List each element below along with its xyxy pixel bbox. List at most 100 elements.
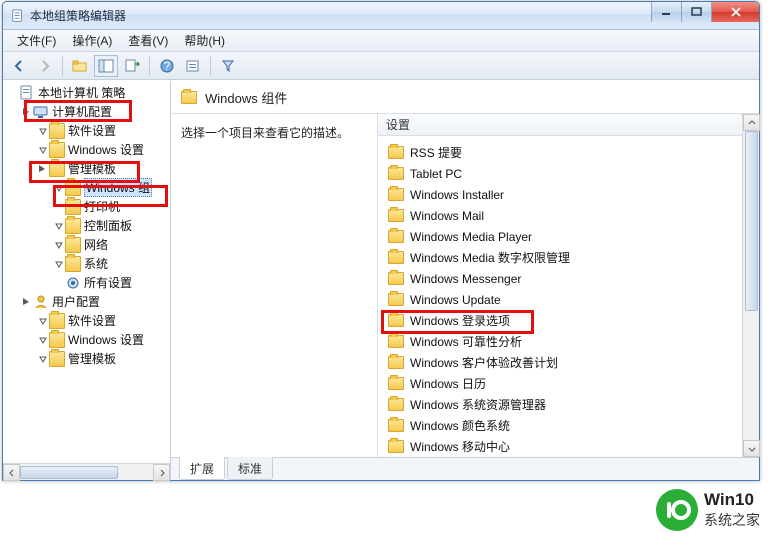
folder-up-button[interactable] xyxy=(68,55,92,77)
collapse-caret-icon[interactable] xyxy=(37,144,48,155)
list-item[interactable]: Windows Messenger xyxy=(382,268,742,289)
folder-icon xyxy=(388,398,404,411)
scroll-down-button[interactable] xyxy=(743,440,760,457)
expand-caret-icon[interactable] xyxy=(21,106,32,117)
tree-system[interactable]: 系统 xyxy=(84,255,108,272)
scrollbar-track[interactable] xyxy=(743,131,759,440)
collapse-caret-icon[interactable] xyxy=(37,315,48,326)
expand-caret-icon[interactable] xyxy=(37,163,48,174)
back-button[interactable] xyxy=(7,55,31,77)
content-header-label: Windows 组件 xyxy=(205,88,287,107)
show-hide-tree-button[interactable] xyxy=(94,55,118,77)
tree-user-windows[interactable]: Windows 设置 xyxy=(68,331,144,348)
folder-icon xyxy=(49,161,65,177)
folder-icon xyxy=(388,335,404,348)
scroll-right-button[interactable] xyxy=(153,464,170,481)
menu-view[interactable]: 查看(V) xyxy=(120,30,176,51)
folder-icon xyxy=(388,293,404,306)
list-item[interactable]: RSS 提要 xyxy=(382,142,742,163)
collapse-caret-icon[interactable] xyxy=(37,125,48,136)
list-item-label: Windows Messenger xyxy=(410,272,521,286)
collapse-caret-icon[interactable] xyxy=(53,220,64,231)
list-item[interactable]: Tablet PC xyxy=(382,163,742,184)
maximize-button[interactable] xyxy=(681,2,711,22)
menu-help[interactable]: 帮助(H) xyxy=(176,30,233,51)
settings-column-header[interactable]: 设置 xyxy=(378,114,742,136)
tree-computer-config[interactable]: 计算机配置 xyxy=(52,103,112,120)
forward-button[interactable] xyxy=(33,55,57,77)
minimize-button[interactable] xyxy=(651,2,681,22)
list-item[interactable]: Windows 移动中心 xyxy=(382,436,742,457)
folder-icon xyxy=(388,419,404,432)
list-item[interactable]: Windows Update xyxy=(382,289,742,310)
right-pane: Windows 组件 选择一个项目来查看它的描述。 设置 RSS 提要Table… xyxy=(171,81,759,480)
list-item-label: Windows Mail xyxy=(410,209,484,223)
list-item[interactable]: Windows Mail xyxy=(382,205,742,226)
close-button[interactable] xyxy=(711,2,759,22)
folder-icon xyxy=(388,167,404,180)
list-item-label: Windows 客户体验改善计划 xyxy=(410,354,558,371)
list-item[interactable]: Windows 登录选项 xyxy=(382,310,742,331)
app-icon xyxy=(11,9,25,23)
menu-action[interactable]: 操作(A) xyxy=(64,30,120,51)
tree-admin-templates[interactable]: 管理模板 xyxy=(68,160,116,177)
list-item-label: RSS 提要 xyxy=(410,144,462,161)
list-item[interactable]: Windows 颜色系统 xyxy=(382,415,742,436)
tree-user-software[interactable]: 软件设置 xyxy=(68,312,116,329)
toolbar: ? xyxy=(3,52,759,80)
settings-list[interactable]: RSS 提要 Tablet PCWindows Installer Windows … xyxy=(378,136,742,457)
list-item[interactable]: Windows Media 数字权限管理 xyxy=(382,247,742,268)
folder-icon xyxy=(388,188,404,201)
properties-button[interactable] xyxy=(181,55,205,77)
collapse-caret-icon[interactable] xyxy=(37,353,48,364)
collapse-caret-icon[interactable] xyxy=(53,182,64,193)
menu-file[interactable]: 文件(F) xyxy=(9,30,64,51)
scroll-up-button[interactable] xyxy=(743,114,760,131)
tree-user-admin[interactable]: 管理模板 xyxy=(68,350,116,367)
watermark-line1: Win10 xyxy=(704,490,760,510)
tree[interactable]: 本地计算机 策略 计算机配置 软件设置 Windows 设置 xyxy=(3,81,170,463)
list-item[interactable]: Windows 系统资源管理器 xyxy=(382,394,742,415)
list-item[interactable]: Windows 客户体验改善计划 xyxy=(382,352,742,373)
tree-horizontal-scrollbar[interactable] xyxy=(3,463,170,480)
list-item[interactable]: Windows 可靠性分析 xyxy=(382,331,742,352)
scroll-left-button[interactable] xyxy=(3,464,20,481)
collapse-caret-icon[interactable] xyxy=(53,239,64,250)
all-settings-icon xyxy=(65,275,81,291)
tree-printers[interactable]: 打印机 xyxy=(84,198,120,215)
list-item[interactable]: Windows Installer xyxy=(382,184,742,205)
tree-control-panel[interactable]: 控制面板 xyxy=(84,217,132,234)
svg-text:?: ? xyxy=(164,59,171,73)
folder-icon xyxy=(65,237,81,253)
list-item-label: Windows Media Player xyxy=(410,230,532,244)
filter-button[interactable] xyxy=(216,55,240,77)
tree-software-settings[interactable]: 软件设置 xyxy=(68,122,116,139)
folder-icon xyxy=(65,218,81,234)
tree-user-config[interactable]: 用户配置 xyxy=(52,293,100,310)
collapse-caret-icon[interactable] xyxy=(53,258,64,269)
titlebar[interactable]: 本地组策略编辑器 xyxy=(3,2,759,30)
scrollbar-track[interactable] xyxy=(20,464,153,480)
folder-icon xyxy=(388,314,404,327)
toolbar-separator xyxy=(149,56,150,76)
list-item[interactable]: Windows 日历 xyxy=(382,373,742,394)
export-list-button[interactable] xyxy=(120,55,144,77)
tab-extended[interactable]: 扩展 xyxy=(179,457,225,480)
user-config-icon xyxy=(33,294,49,310)
help-button[interactable]: ? xyxy=(155,55,179,77)
tree-all-settings[interactable]: 所有设置 xyxy=(84,274,132,291)
tree-network[interactable]: 网络 xyxy=(84,236,108,253)
list-item[interactable]: Windows Media Player xyxy=(382,226,742,247)
list-item-label: Windows 可靠性分析 xyxy=(410,333,522,350)
tree-windows-components[interactable]: Windows 组 xyxy=(84,178,152,197)
list-vertical-scrollbar[interactable] xyxy=(742,114,759,457)
tree-windows-settings[interactable]: Windows 设置 xyxy=(68,141,144,158)
scrollbar-thumb[interactable] xyxy=(20,466,118,479)
expand-caret-icon[interactable] xyxy=(21,296,32,307)
settings-header-label: 设置 xyxy=(386,116,410,133)
folder-icon xyxy=(65,180,81,196)
tab-standard[interactable]: 标准 xyxy=(227,457,273,480)
scrollbar-thumb[interactable] xyxy=(745,131,758,311)
watermark: Win10 系统之家 xyxy=(656,489,760,531)
collapse-caret-icon[interactable] xyxy=(37,334,48,345)
